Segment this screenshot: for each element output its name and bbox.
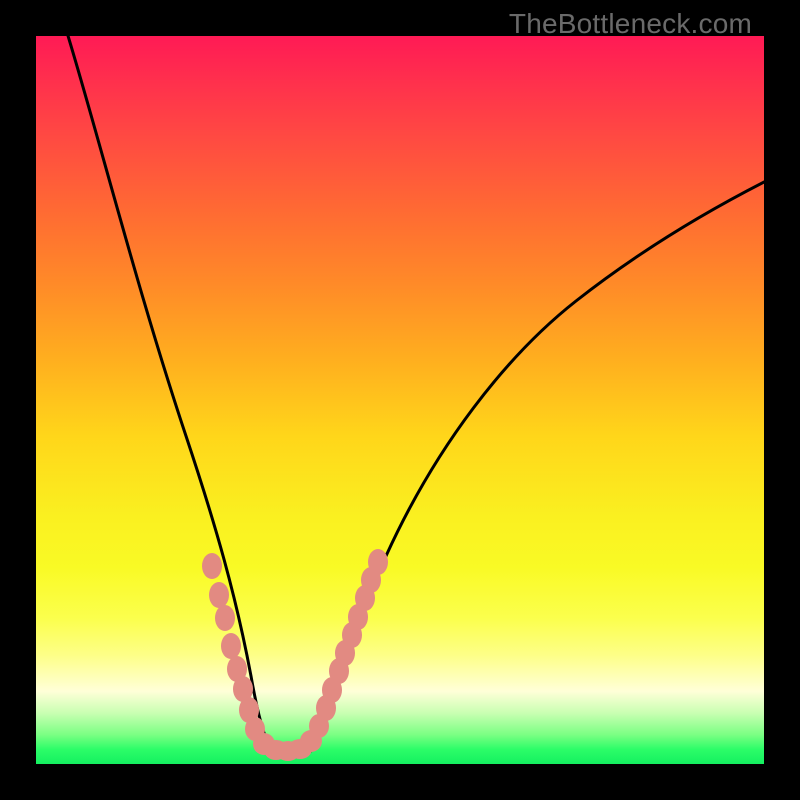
- curve-layer: [36, 36, 764, 764]
- chart-frame: TheBottleneck.com: [0, 0, 800, 800]
- plot-area: [36, 36, 764, 764]
- curve-right-branch: [311, 176, 764, 751]
- watermark-text: TheBottleneck.com: [509, 8, 752, 40]
